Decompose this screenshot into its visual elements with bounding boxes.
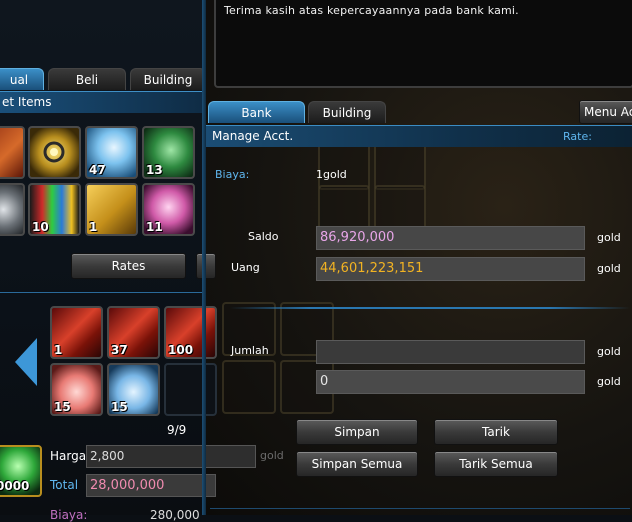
total-field: 28,000,000 xyxy=(86,474,216,497)
tab-building[interactable]: Building xyxy=(308,101,386,123)
partial-button[interactable] xyxy=(196,253,216,279)
background-slot xyxy=(374,140,426,190)
green-scroll-icon[interactable]: 13 xyxy=(142,126,195,179)
harga-field: 2,800 xyxy=(86,445,256,468)
menu-account-button[interactable]: Menu Ac xyxy=(579,100,632,124)
biaya-label: Biaya: xyxy=(50,508,88,522)
crystal-cluster-icon[interactable]: 10 xyxy=(28,183,81,236)
biaya-value: 280,000 xyxy=(150,508,200,522)
divider xyxy=(0,292,203,293)
gold-book-icon[interactable]: 1 xyxy=(85,183,138,236)
blue-wing-icon[interactable]: 47 xyxy=(85,126,138,179)
page-indicator: 9/9 xyxy=(167,423,187,437)
biaya-label: Biaya: xyxy=(215,168,250,181)
red-spike-icon[interactable]: 37 xyxy=(107,306,160,359)
npc-message-box: Terima kasih atas kepercayaannya pada ba… xyxy=(214,0,632,88)
red-spike-icon[interactable]: 1 xyxy=(50,306,103,359)
simpan-semua-button[interactable]: Simpan Semua xyxy=(296,451,418,477)
silver-gem-icon[interactable] xyxy=(0,183,25,236)
tab-beli[interactable]: Beli xyxy=(48,68,126,90)
gold-scroll-icon[interactable] xyxy=(28,126,81,179)
selected-item-icon: 0000 xyxy=(0,445,42,497)
market-items-header: et Items xyxy=(0,91,203,113)
harga-gold-unit: gold xyxy=(260,449,284,462)
uang-field: 44,601,223,151 xyxy=(316,257,585,281)
pink-crystal-icon[interactable]: 11 xyxy=(142,183,195,236)
tab-building[interactable]: Building xyxy=(130,68,206,90)
rates-button[interactable]: Rates xyxy=(71,253,186,279)
background-slot xyxy=(318,140,370,190)
harga-label: Harga xyxy=(50,449,87,463)
saldo-gold-unit: gold xyxy=(597,231,621,244)
jumlah-input[interactable] xyxy=(316,340,585,364)
background-slot xyxy=(222,360,276,414)
red-potion-icon[interactable]: 15 xyxy=(50,363,103,416)
tab-bank[interactable]: Bank xyxy=(208,101,305,123)
manage-account-header: Manage Acct. Rate: xyxy=(206,125,632,147)
section-divider xyxy=(230,307,630,309)
npc-message-text: Terima kasih atas kepercayaannya pada ba… xyxy=(224,4,519,17)
arrow-left-icon[interactable] xyxy=(15,338,37,386)
manage-account-title: Manage Acct. xyxy=(212,129,294,143)
saldo-field: 86,920,000 xyxy=(316,226,585,250)
amount-gold-unit: gold xyxy=(597,375,621,388)
amount-input[interactable]: 0 xyxy=(316,370,585,394)
panel-border xyxy=(202,0,206,515)
uang-gold-unit: gold xyxy=(597,262,621,275)
tarik-semua-button[interactable]: Tarik Semua xyxy=(434,451,558,477)
rate-label: Rate: xyxy=(563,130,592,143)
blue-potion-icon[interactable]: 15 xyxy=(107,363,160,416)
jumlah-gold-unit: gold xyxy=(597,345,621,358)
tab-jual[interactable]: ual xyxy=(0,68,44,90)
jumlah-label: Jumlah xyxy=(231,344,269,357)
total-label: Total xyxy=(50,478,79,492)
empty-slot[interactable] xyxy=(164,363,217,416)
tarik-button[interactable]: Tarik xyxy=(434,419,558,445)
biaya-value: 1gold xyxy=(316,168,347,181)
red-spike-icon[interactable]: 100 xyxy=(164,306,217,359)
red-book-icon[interactable] xyxy=(0,126,25,179)
bottom-divider xyxy=(210,508,630,509)
saldo-label: Saldo xyxy=(248,230,279,243)
simpan-button[interactable]: Simpan xyxy=(296,419,418,445)
uang-label: Uang xyxy=(231,261,260,274)
